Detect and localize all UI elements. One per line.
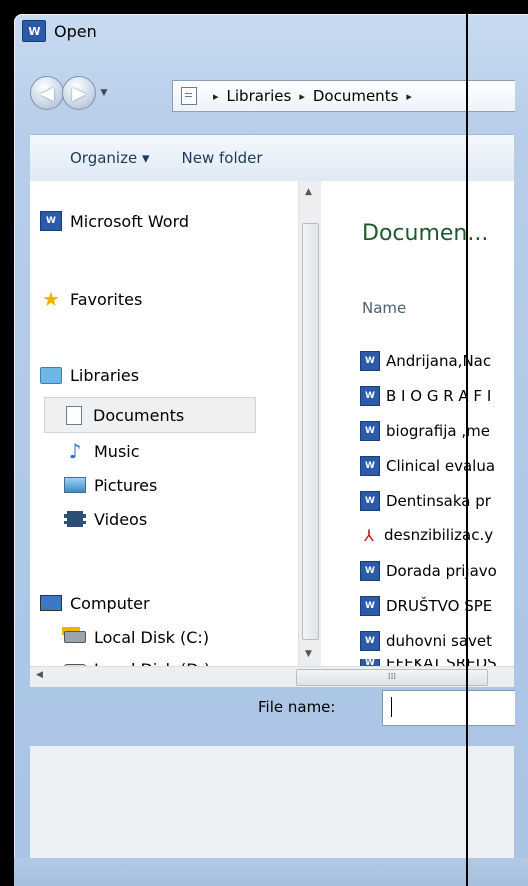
sidebar-item-music[interactable]: ♪ Music — [64, 439, 140, 463]
word-icon: W — [360, 421, 380, 441]
documents-icon — [181, 87, 197, 105]
sidebar-item-computer[interactable]: Computer — [40, 593, 150, 613]
address-bar[interactable]: ▸ Libraries ▸ Documents ▸ — [172, 80, 515, 112]
text-caret — [391, 697, 392, 717]
navigation-pane: W Microsoft Word ★ Favorites Libraries D… — [30, 181, 298, 686]
file-name-label: File name: — [258, 698, 336, 716]
sidebar-item-label: Local Disk (C:) — [94, 627, 210, 647]
sidebar-item-label: Microsoft Word — [70, 211, 190, 231]
documents-icon — [63, 405, 85, 425]
file-row[interactable]: Wbiografija ,me — [360, 421, 490, 441]
sidebar-item-label: Music — [94, 441, 140, 461]
recent-locations-dropdown-icon[interactable]: ▼ — [98, 84, 110, 102]
file-name: Dentinsaka pr — [386, 492, 491, 510]
breadcrumb-libraries[interactable]: Libraries — [227, 87, 292, 105]
file-name: biografija ,me — [386, 422, 490, 440]
sidebar-item-favorites[interactable]: ★ Favorites — [40, 287, 143, 311]
breadcrumb-documents[interactable]: Documents — [313, 87, 399, 105]
command-toolbar: Organize ▾ New folder — [30, 134, 514, 182]
library-heading: Documen... — [362, 221, 489, 246]
browser-pane: W Microsoft Word ★ Favorites Libraries D… — [30, 181, 514, 687]
file-name: desnzibilizac.y — [384, 526, 494, 544]
sidebar-item-label: Videos — [94, 509, 148, 529]
title-bar: W Open — [22, 20, 97, 42]
sidebar-item-pictures[interactable]: Pictures — [64, 475, 157, 495]
file-name: duhovni savet — [386, 632, 493, 650]
window-title: Open — [54, 21, 97, 41]
back-button[interactable]: ◀ — [30, 76, 64, 110]
file-name-input[interactable] — [382, 690, 515, 726]
file-name: DRUŠTVO SPE — [386, 597, 493, 615]
file-name: Clinical evalua — [386, 457, 496, 475]
scroll-up-icon[interactable]: ▲ — [305, 187, 312, 197]
file-row[interactable]: W DRUŠTVO SPE — [360, 596, 492, 616]
organize-button[interactable]: Organize ▾ — [30, 149, 166, 167]
file-row[interactable]: Wduhovni savet — [360, 631, 492, 651]
forward-button[interactable]: ▶ — [62, 76, 96, 110]
back-arrow-icon: ◀ — [40, 82, 54, 104]
word-icon: W — [360, 631, 380, 651]
file-row[interactable]: W Andrijana,Nac — [360, 351, 491, 371]
sidebar-item-label: Libraries — [70, 365, 140, 385]
sidebar-item-libraries[interactable]: Libraries — [40, 365, 139, 385]
file-name: Andrijana,Nac — [386, 352, 492, 370]
computer-icon — [40, 593, 62, 613]
window-frame-bottom — [14, 858, 528, 886]
sidebar-item-videos[interactable]: Videos — [64, 509, 147, 529]
word-icon: W — [360, 386, 380, 406]
horizontal-scrollbar-thumb[interactable]: ⁞⁞⁞ — [296, 669, 488, 686]
libraries-folder-icon — [40, 365, 62, 385]
scroll-left-icon[interactable]: ◀ — [36, 670, 43, 680]
file-row[interactable]: W Clinical evalua — [360, 456, 495, 476]
dialog-footer — [30, 746, 514, 858]
word-icon: W — [360, 491, 380, 511]
file-row[interactable]: ⅄ desnzibilizac.y — [360, 525, 494, 545]
breadcrumb-separator-icon: ▸ — [213, 89, 219, 103]
scrollbar-thumb[interactable] — [302, 223, 319, 640]
new-folder-button[interactable]: New folder — [166, 149, 279, 167]
breadcrumb-separator-icon: ▸ — [299, 89, 305, 103]
file-row[interactable]: WB I O G R A F I — [360, 386, 491, 406]
sidebar-item-label: Pictures — [94, 475, 158, 495]
sidebar-item-label: Computer — [70, 593, 150, 613]
sidebar-item-documents[interactable]: Documents — [44, 397, 256, 433]
sidebar-item-label: Favorites — [70, 289, 143, 309]
file-name: B I O G R A F I — [386, 387, 492, 405]
navigation-buttons: ◀ ▶ ▼ — [30, 76, 110, 110]
divider-line — [466, 0, 468, 886]
word-icon: W — [360, 561, 380, 581]
file-name: Dorada prijavo — [386, 562, 497, 580]
videos-icon — [64, 509, 86, 529]
star-icon: ★ — [42, 287, 60, 311]
music-icon: ♪ — [68, 439, 82, 463]
sidebar-item-microsoft-word[interactable]: W Microsoft Word — [40, 211, 189, 231]
file-name-row: File name: — [0, 686, 515, 746]
horizontal-scrollbar[interactable]: ◀ ⁞⁞⁞ — [30, 666, 514, 687]
word-icon: W — [360, 351, 380, 371]
word-icon: W — [40, 211, 62, 231]
scroll-down-icon[interactable]: ▼ — [305, 649, 312, 659]
file-row[interactable]: W Dentinsaka pr — [360, 491, 491, 511]
pdf-icon: ⅄ — [364, 525, 374, 545]
word-app-icon: W — [22, 20, 46, 42]
word-icon: W — [360, 596, 380, 616]
forward-arrow-icon: ▶ — [72, 82, 86, 104]
sidebar-item-local-disk-c[interactable]: Local Disk (C:) — [64, 627, 209, 647]
file-list-pane: Documen... Name W Andrijana,Nac W B I O G … — [322, 181, 514, 686]
sidebar-item-label: Documents — [93, 405, 185, 425]
word-icon: W — [360, 456, 380, 476]
breadcrumb-separator-icon: ▸ — [406, 89, 412, 103]
column-header-name[interactable]: Name — [362, 299, 406, 317]
navigation-scrollbar[interactable]: ▲ ▼ — [298, 181, 321, 686]
pictures-icon — [64, 475, 86, 495]
file-row[interactable]: W Dorada prijavo — [360, 561, 497, 581]
system-disk-icon — [64, 627, 86, 647]
